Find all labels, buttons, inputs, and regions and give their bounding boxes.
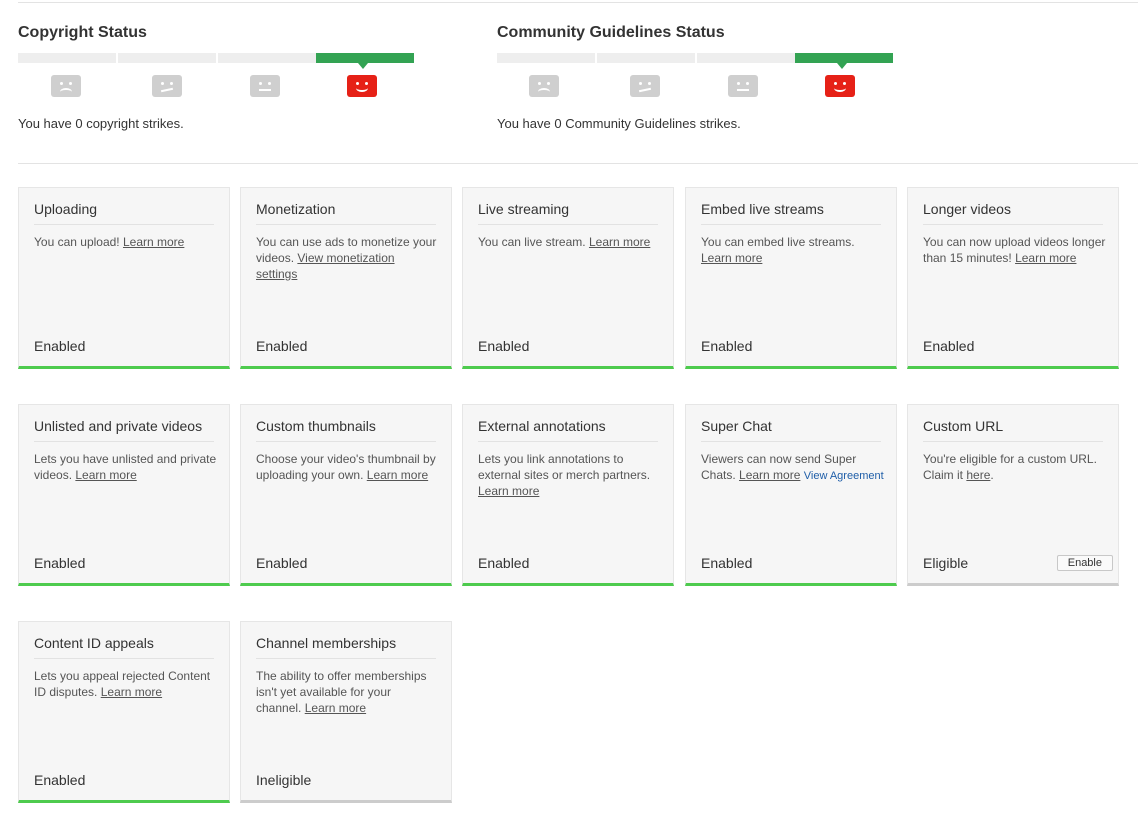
learn-more-link[interactable]: Learn more <box>75 468 136 482</box>
happy-face-icon <box>347 75 377 97</box>
neutral-face-icon <box>728 75 758 97</box>
card-title: Content ID appeals <box>34 635 214 659</box>
strike-segment <box>18 53 116 63</box>
card-status: Enabled <box>478 338 530 354</box>
feature-card-longer-videos: Longer videos You can now upload videos … <box>907 187 1119 369</box>
card-status: Enabled <box>923 338 975 354</box>
learn-more-link[interactable]: Learn more <box>701 251 762 265</box>
card-status: Enabled <box>256 555 308 571</box>
happy-face-icon <box>825 75 855 97</box>
card-title: Custom URL <box>923 418 1103 442</box>
card-title: Live streaming <box>478 201 658 225</box>
card-title: Embed live streams <box>701 201 881 225</box>
sad-face-icon <box>51 75 81 97</box>
section-divider <box>18 163 1138 164</box>
feature-card-custom-url: Custom URL You're eligible for a custom … <box>907 404 1119 586</box>
sad-face-icon <box>529 75 559 97</box>
card-description: Lets you appeal rejected Content ID disp… <box>34 669 211 699</box>
card-description: Lets you have unlisted and private video… <box>34 452 217 482</box>
card-status: Eligible <box>923 555 969 571</box>
feature-card-external-annotations: External annotations Lets you link annot… <box>462 404 674 586</box>
card-description: Choose your video's thumbnail by uploadi… <box>256 452 436 482</box>
feature-card-super-chat: Super Chat Viewers can now send Super Ch… <box>685 404 897 586</box>
feature-card-uploading: Uploading You can upload! Learn more Ena… <box>18 187 230 369</box>
learn-more-link[interactable]: Learn more <box>367 468 428 482</box>
card-title: External annotations <box>478 418 658 442</box>
strike-segment-active <box>795 53 893 69</box>
feature-card-channel-memberships: Channel memberships The ability to offer… <box>240 621 452 803</box>
community-guidelines-status-title: Community Guidelines Status <box>497 24 725 41</box>
card-title: Custom thumbnails <box>256 418 436 442</box>
card-description: You're eligible for a custom URL. Claim … <box>923 452 1097 482</box>
strike-segment <box>118 53 216 63</box>
card-status: Enabled <box>701 338 753 354</box>
community-strike-bar <box>497 53 893 69</box>
top-divider <box>18 2 1138 3</box>
card-status: Enabled <box>34 555 86 571</box>
card-status: Enabled <box>34 338 86 354</box>
feature-card-live-streaming: Live streaming You can live stream. Lear… <box>462 187 674 369</box>
strike-segment <box>597 53 695 63</box>
community-guidelines-status-section: Community Guidelines Status You have 0 C… <box>497 22 897 131</box>
card-status: Enabled <box>478 555 530 571</box>
feature-card-unlisted-private-videos: Unlisted and private videos Lets you hav… <box>18 404 230 586</box>
learn-more-link[interactable]: Learn more <box>101 685 162 699</box>
learn-more-link[interactable]: Learn more <box>589 235 650 249</box>
unhappy-face-icon <box>630 75 660 97</box>
card-title: Channel memberships <box>256 635 436 659</box>
unhappy-face-icon <box>152 75 182 97</box>
card-description: Viewers can now send Super Chats. Learn … <box>701 452 884 482</box>
feature-card-embed-live-streams: Embed live streams You can embed live st… <box>685 187 897 369</box>
learn-more-link[interactable]: Learn more <box>478 484 539 498</box>
enable-button[interactable]: Enable <box>1056 555 1113 571</box>
strike-segment <box>218 53 316 63</box>
learn-more-link[interactable]: Learn more <box>305 701 366 715</box>
feature-card-custom-thumbnails: Custom thumbnails Choose your video's th… <box>240 404 452 586</box>
card-title: Super Chat <box>701 418 881 442</box>
view-agreement-link[interactable]: View Agreement <box>804 470 884 482</box>
card-description: You can live stream. Learn more <box>478 235 651 249</box>
card-status: Enabled <box>701 555 753 571</box>
learn-more-link[interactable]: Learn more <box>123 235 184 249</box>
card-status: Enabled <box>256 338 308 354</box>
card-status: Enabled <box>34 772 86 788</box>
card-title: Monetization <box>256 201 436 225</box>
community-strikes-text: You have 0 Community Guidelines strikes. <box>497 116 741 131</box>
claim-here-link[interactable]: here <box>966 468 990 482</box>
card-description: You can upload! Learn more <box>34 235 185 249</box>
copyright-status-section: Copyright Status You have 0 copyright st… <box>18 22 418 131</box>
card-description: You can embed live streams. Learn more <box>701 235 855 265</box>
card-description: You can use ads to monetize your videos.… <box>256 235 437 281</box>
card-description: You can now upload videos longer than 15… <box>923 235 1106 265</box>
card-title: Uploading <box>34 201 214 225</box>
strike-segment <box>497 53 595 63</box>
copyright-status-title: Copyright Status <box>18 24 147 41</box>
card-description: Lets you link annotations to external si… <box>478 452 651 498</box>
card-status: Ineligible <box>256 772 312 788</box>
copyright-strikes-text: You have 0 copyright strikes. <box>18 116 184 131</box>
feature-card-monetization: Monetization You can use ads to monetize… <box>240 187 452 369</box>
copyright-strike-bar <box>18 53 414 69</box>
card-title: Unlisted and private videos <box>34 418 214 442</box>
learn-more-link[interactable]: Learn more <box>1015 251 1076 265</box>
card-title: Longer videos <box>923 201 1103 225</box>
card-description: The ability to offer memberships isn't y… <box>256 669 427 715</box>
strike-segment <box>697 53 795 63</box>
feature-card-content-id-appeals: Content ID appeals Lets you appeal rejec… <box>18 621 230 803</box>
strike-segment-active <box>316 53 414 69</box>
learn-more-link[interactable]: Learn more <box>739 468 800 482</box>
neutral-face-icon <box>250 75 280 97</box>
